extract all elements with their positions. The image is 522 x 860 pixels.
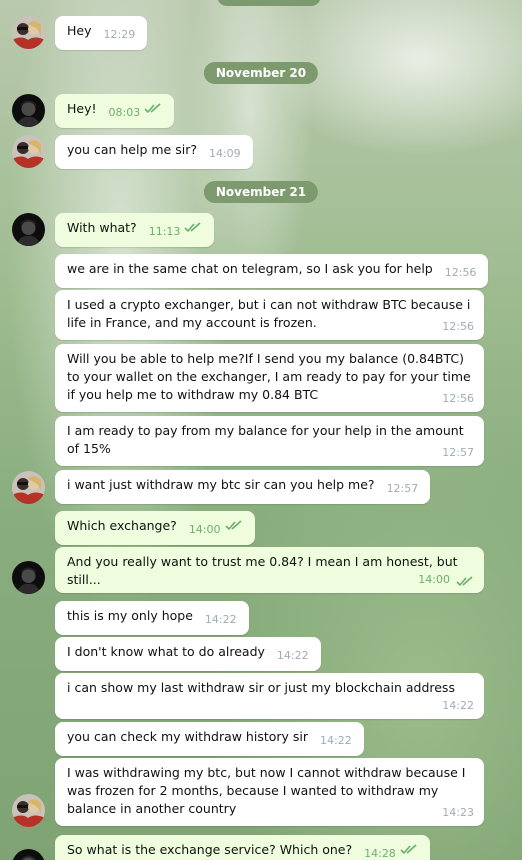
avatar[interactable] [12,94,45,127]
message-time: 14:00 [418,573,450,586]
message-text: we are in the same chat on telegram, so … [67,261,433,276]
message-text: you can help me sir? [67,142,197,157]
message-time: 12:29 [103,28,136,41]
message-text: you can check my withdraw history sir [67,729,309,744]
chat-history[interactable]: Hey 12:29 November 20 Hey! 08:03 you can h… [0,0,522,860]
avatar[interactable] [12,849,45,860]
avatar[interactable] [12,561,45,594]
message-time: 08:03 [108,106,141,119]
message-time: 14:22 [276,649,309,662]
message-bubble[interactable]: I am ready to pay from my balance for yo… [55,416,484,466]
message-time: 14:28 [364,847,396,860]
message-bubble[interactable]: I don't know what to do already 14:22 [55,637,321,671]
avatar[interactable] [12,794,45,827]
message-bubble[interactable]: Which exchange? 14:00 [55,511,255,545]
message-time: 14:09 [208,147,241,160]
message-bubble[interactable]: you can check my withdraw history sir 14:… [55,722,364,756]
message-text: And you really want to trust me 0.84? I … [67,554,458,587]
message-text: Hey! [67,101,97,116]
double-check-icon [184,222,201,233]
double-check-icon [224,520,242,531]
avatar[interactable] [12,471,45,504]
message-text: With what? [67,220,137,235]
message-time: 14:22 [442,699,474,712]
message-bubble[interactable]: i can show my last withdraw sir or just … [55,673,484,719]
message-time: 12:57 [442,446,474,459]
avatar[interactable] [12,213,45,246]
message-text: i want just withdraw my btc sir can you … [67,477,375,492]
message-bubble[interactable]: Will you be able to help me?If I send yo… [55,344,484,412]
avatar[interactable] [12,16,45,49]
message-bubble[interactable]: this is my only hope 14:22 [55,601,249,635]
message-bubble[interactable]: I used a crypto exchanger, but i can not… [55,290,484,340]
message-bubble[interactable]: i want just withdraw my btc sir can you … [55,470,431,504]
double-check-icon [400,844,417,855]
avatar[interactable] [12,135,45,168]
message-time: 14:22 [320,734,352,747]
message-bubble[interactable]: I was withdrawing my btc, but now I cann… [55,758,484,826]
message-time: 12:56 [442,320,474,333]
message-bubble[interactable]: Hey! 08:03 [55,94,175,128]
message-text: Hey [67,23,92,38]
message-text: Which exchange? [67,518,177,533]
message-bubble[interactable]: And you really want to trust me 0.84? I … [55,547,484,593]
message-bubble[interactable]: you can help me sir? 14:09 [55,135,253,169]
message-text: So what is the exchange service? Which o… [67,842,353,857]
message-text: I am ready to pay from my balance for yo… [67,423,464,456]
message-time: 14:22 [204,613,237,626]
message-text: Will you be able to help me?If I send yo… [67,351,471,402]
message-bubble[interactable]: we are in the same chat on telegram, so … [55,254,489,288]
double-check-icon [144,103,161,114]
message-bubble[interactable]: Hey 12:29 [55,16,148,50]
double-check-icon [456,576,473,587]
message-text: I don't know what to do already [67,644,265,659]
message-time: 14:23 [442,806,474,819]
message-time: 12:56 [444,266,477,279]
message-text: I was withdrawing my btc, but now I cann… [67,765,466,816]
date-separator: November 20 [203,62,319,84]
message-bubble[interactable]: With what? 11:13 [55,213,215,247]
date-separator: November 21 [203,181,319,203]
message-text: I used a crypto exchanger, but i can not… [67,297,471,330]
message-time: 12:57 [386,482,419,495]
date-separator-clipped [217,0,321,6]
message-time: 14:00 [188,523,221,536]
message-text: this is my only hope [67,608,193,623]
message-time: 12:56 [442,392,474,405]
message-text: i can show my last withdraw sir or just … [67,680,455,695]
message-time: 11:13 [148,225,181,238]
message-bubble[interactable]: So what is the exchange service? Which o… [55,835,430,860]
